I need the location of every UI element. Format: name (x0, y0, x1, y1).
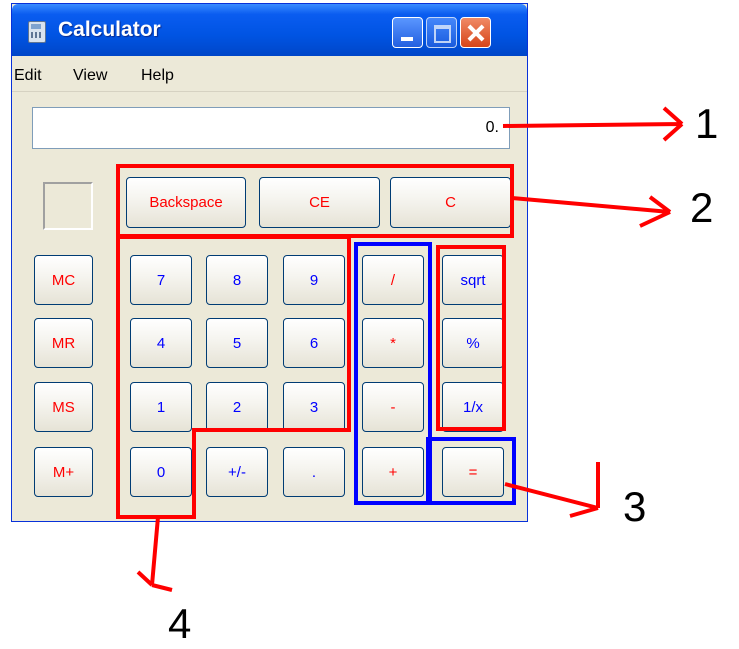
annotation-box-top-row (116, 164, 514, 238)
annotation-box-operators (354, 242, 432, 505)
annotation-arrow-1 (502, 106, 684, 142)
annotation-arrow-2 (511, 195, 672, 228)
annotation-box-equals (426, 437, 516, 505)
annotation-label-2: 2 (690, 184, 714, 231)
annotation-label-4: 4 (168, 600, 192, 647)
annotation-label-1: 1 (695, 100, 719, 147)
annotation-arrow-4 (136, 516, 173, 592)
annotation-label-3: 3 (623, 483, 647, 530)
annotation-overlay (116, 106, 684, 592)
annotation-arrow-3 (504, 462, 600, 518)
annotation-box-functions (436, 245, 506, 431)
annotation-box-digits (116, 235, 351, 519)
